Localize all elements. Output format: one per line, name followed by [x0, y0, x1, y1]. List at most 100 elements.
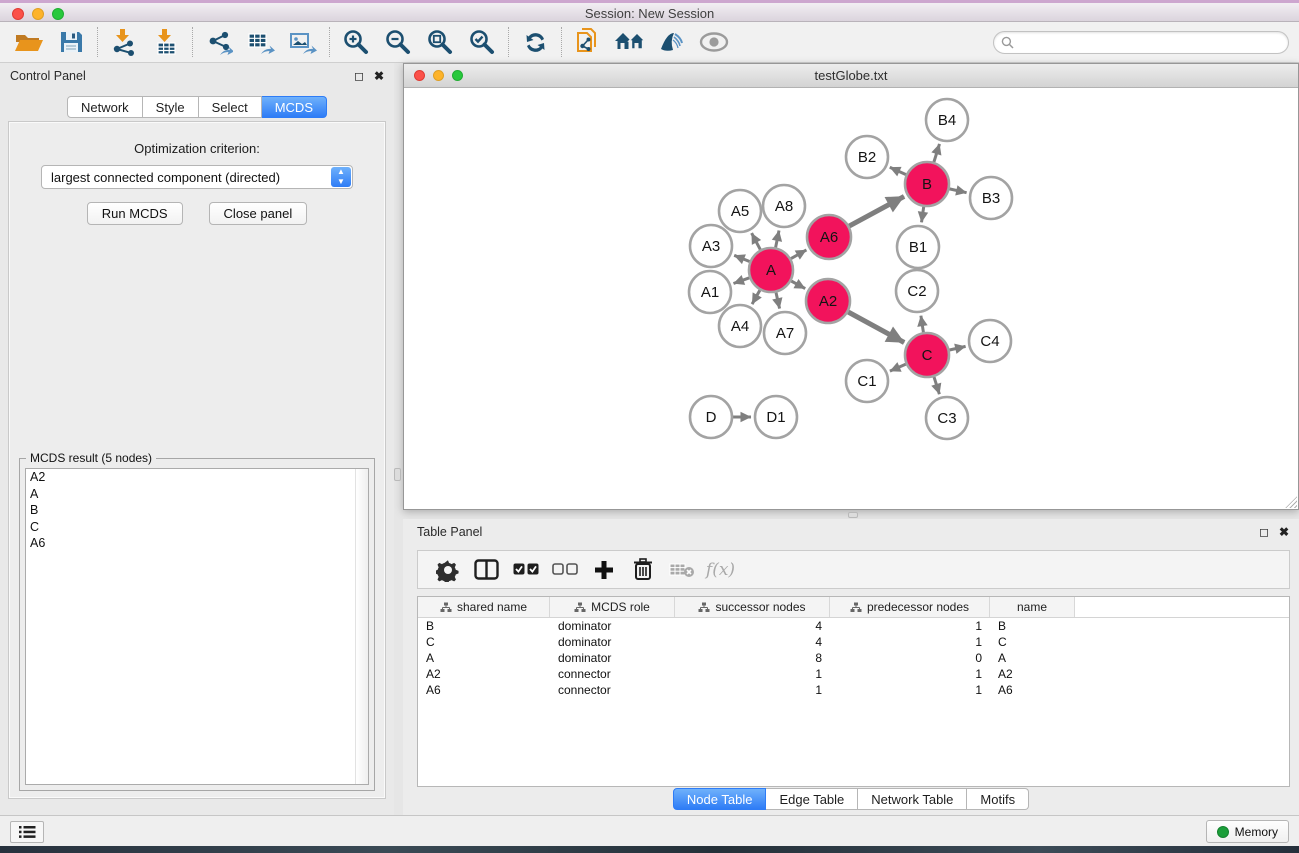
graph-node-A6[interactable]: A6	[807, 215, 851, 259]
export-image-button[interactable]	[282, 24, 324, 60]
table-cell[interactable]: A6	[418, 683, 550, 697]
graph-node-C4[interactable]: C4	[969, 320, 1011, 362]
column-header-MCDS-role[interactable]: MCDS role	[550, 597, 675, 617]
mcds-result-list[interactable]: A2ABCA6	[25, 468, 369, 785]
close-panel-icon[interactable]: ✖	[374, 69, 384, 83]
save-button[interactable]	[50, 24, 92, 60]
tab-network-table[interactable]: Network Table	[858, 788, 967, 810]
edge-A-A3[interactable]	[734, 255, 749, 261]
zoom-selected-button[interactable]	[461, 24, 503, 60]
edge-B-B2[interactable]	[890, 167, 906, 174]
fx-button[interactable]: f(x)	[701, 554, 740, 586]
search-field[interactable]	[993, 31, 1289, 54]
window-resize-handle[interactable]	[1285, 496, 1297, 508]
table-cell[interactable]: 1	[830, 683, 990, 697]
table-cell[interactable]: 1	[830, 635, 990, 649]
graph-node-C2[interactable]: C2	[896, 270, 938, 312]
table-cell[interactable]: C	[990, 635, 1075, 649]
edge-A-A7[interactable]	[776, 293, 780, 309]
graph-node-A5[interactable]: A5	[719, 190, 761, 232]
result-list-item[interactable]: B	[26, 502, 368, 519]
table-cell[interactable]: dominator	[550, 635, 675, 649]
table-cell[interactable]: B	[418, 619, 550, 633]
search-input[interactable]	[1018, 34, 1288, 52]
vertical-splitter-grip[interactable]	[394, 468, 401, 481]
network-canvas[interactable]: B4B2BB3A5A8A6B1A3AC2A1A2A4A7C4CC1C3DD1	[404, 88, 1298, 509]
edge-A-A4[interactable]	[752, 290, 760, 304]
delete-table-button[interactable]	[662, 554, 701, 586]
table-cell[interactable]: 4	[675, 635, 830, 649]
result-list-scrollbar[interactable]	[355, 469, 368, 784]
column-header-shared-name[interactable]: shared name	[418, 597, 550, 617]
table-row[interactable]: Cdominator41C	[418, 634, 1289, 650]
delete-column-button[interactable]	[623, 554, 662, 586]
edge-A6-B[interactable]	[849, 196, 904, 226]
graph-node-A4[interactable]: A4	[719, 305, 761, 347]
table-row[interactable]: A6connector11A6	[418, 682, 1289, 698]
graph-node-D1[interactable]: D1	[755, 396, 797, 438]
split-view-button[interactable]	[467, 554, 506, 586]
import-network-button[interactable]	[103, 24, 145, 60]
edge-B-B4[interactable]	[934, 144, 940, 162]
table-cell[interactable]: A2	[990, 667, 1075, 681]
export-table-button[interactable]	[240, 24, 282, 60]
table-cell[interactable]: connector	[550, 683, 675, 697]
graph-node-A7[interactable]: A7	[764, 312, 806, 354]
edge-A-A8[interactable]	[776, 231, 779, 248]
result-list-item[interactable]: C	[26, 519, 368, 536]
import-table-button[interactable]	[145, 24, 187, 60]
edge-A-A6[interactable]	[791, 250, 806, 259]
result-list-item[interactable]: A6	[26, 535, 368, 552]
table-cell[interactable]: 4	[675, 619, 830, 633]
table-cell[interactable]: 1	[830, 619, 990, 633]
table-cell[interactable]: 1	[675, 683, 830, 697]
column-header-predecessor-nodes[interactable]: predecessor nodes	[830, 597, 990, 617]
graph-node-B3[interactable]: B3	[970, 177, 1012, 219]
tab-style[interactable]: Style	[143, 96, 199, 118]
float-table-panel-icon[interactable]: ◻	[1259, 525, 1269, 539]
tab-select[interactable]: Select	[199, 96, 262, 118]
graph-node-B1[interactable]: B1	[897, 226, 939, 268]
deselect-all-button[interactable]	[545, 554, 584, 586]
refresh-button[interactable]	[514, 24, 556, 60]
tab-network[interactable]: Network	[67, 96, 143, 118]
select-all-check-button[interactable]	[506, 554, 545, 586]
export-network-button[interactable]	[198, 24, 240, 60]
tab-mcds[interactable]: MCDS	[262, 96, 327, 118]
column-header-successor-nodes[interactable]: successor nodes	[675, 597, 830, 617]
table-cell[interactable]: A	[990, 651, 1075, 665]
edge-B-B1[interactable]	[922, 207, 924, 223]
zoom-out-button[interactable]	[377, 24, 419, 60]
open-folder-button[interactable]	[8, 24, 50, 60]
edge-C-C3[interactable]	[934, 377, 939, 394]
tab-edge-table[interactable]: Edge Table	[766, 788, 858, 810]
graph-node-A8[interactable]: A8	[763, 185, 805, 227]
tab-node-table[interactable]: Node Table	[673, 788, 767, 810]
edge-C-C1[interactable]	[890, 364, 906, 371]
float-panel-icon[interactable]: ◻	[354, 69, 364, 83]
close-panel-button[interactable]: Close panel	[209, 202, 308, 225]
hide-graphics-details-button[interactable]	[651, 24, 693, 60]
table-cell[interactable]: dominator	[550, 619, 675, 633]
add-column-button[interactable]	[584, 554, 623, 586]
result-list-item[interactable]: A	[26, 486, 368, 503]
table-cell[interactable]: 8	[675, 651, 830, 665]
graph-node-B[interactable]: B	[905, 162, 949, 206]
edge-C-C2[interactable]	[921, 316, 924, 333]
table-cell[interactable]: A2	[418, 667, 550, 681]
criterion-dropdown[interactable]: largest connected component (directed) ▲…	[41, 165, 353, 189]
graph-node-D[interactable]: D	[690, 396, 732, 438]
zoom-in-button[interactable]	[335, 24, 377, 60]
edge-A2-C[interactable]	[848, 312, 904, 343]
graph-node-C[interactable]: C	[905, 333, 949, 377]
new-network-from-file-button[interactable]	[567, 24, 609, 60]
run-mcds-button[interactable]: Run MCDS	[87, 202, 183, 225]
edge-A-A2[interactable]	[791, 281, 805, 289]
table-row[interactable]: Bdominator41B	[418, 618, 1289, 634]
node-table[interactable]: shared nameMCDS rolesuccessor nodesprede…	[417, 596, 1290, 787]
edge-A-A5[interactable]	[752, 233, 761, 250]
graph-node-A3[interactable]: A3	[690, 225, 732, 267]
table-cell[interactable]: A6	[990, 683, 1075, 697]
network-home-button[interactable]	[609, 24, 651, 60]
tab-motifs[interactable]: Motifs	[967, 788, 1029, 810]
